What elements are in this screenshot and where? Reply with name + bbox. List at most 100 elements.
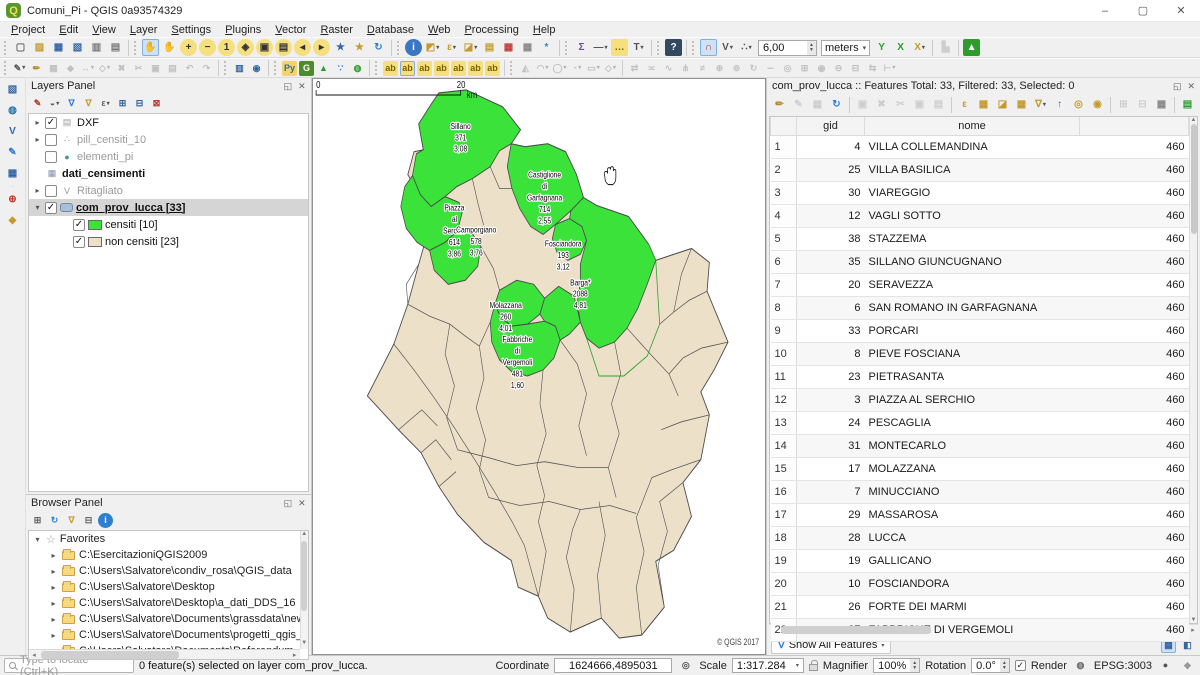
table-row[interactable]: 933PORCARI460: [771, 319, 1189, 342]
zoom-native[interactable]: 1: [218, 39, 235, 56]
minimize-button[interactable]: –: [1086, 0, 1124, 21]
layer-item-dati-censimenti[interactable]: ▦dati_censimenti: [29, 165, 308, 182]
collapse-browser[interactable]: ⊟: [81, 513, 96, 528]
statistical-summary[interactable]: Σ: [573, 39, 590, 56]
toggle-editing[interactable]: ✏: [771, 97, 788, 114]
locator-input[interactable]: Type to locate (Ctrl+K): [4, 658, 134, 673]
delete-ring[interactable]: ⊖: [831, 61, 846, 76]
cut-features[interactable]: ✂: [892, 97, 909, 114]
copy-features[interactable]: ▣: [911, 97, 928, 114]
conditional-formatting[interactable]: ▤: [1179, 97, 1196, 114]
data-source-manager[interactable]: ▧: [4, 81, 21, 98]
menu-view[interactable]: View: [85, 24, 123, 36]
show-labels[interactable]: ab: [383, 61, 398, 76]
layer-item-pill-censiti-10[interactable]: ▸✓∴pill_censiti_10: [29, 131, 308, 148]
refresh-map[interactable]: ↻: [370, 39, 387, 56]
merge-features[interactable]: ⊕: [712, 61, 727, 76]
expander-icon[interactable]: ▸: [49, 631, 58, 640]
table-row[interactable]: 1919GALLICANO460: [771, 549, 1189, 572]
browser-item[interactable]: ▸C:\EsercitazioniQGIS2009: [29, 547, 308, 563]
maximize-button[interactable]: ▢: [1124, 0, 1162, 21]
table-row[interactable]: 86SAN ROMANO IN GARFAGNANA460: [771, 296, 1189, 319]
map-tips[interactable]: …: [611, 39, 628, 56]
field-calculator[interactable]: ▦: [519, 39, 536, 56]
text-annotation[interactable]: T▾: [630, 39, 647, 56]
layer-item-elementi-pi[interactable]: ✓●elementi_pi: [29, 148, 308, 165]
processing-options[interactable]: *: [538, 39, 555, 56]
draw-ellipse[interactable]: ◔▾: [569, 61, 584, 76]
save-project-as[interactable]: ▧: [69, 39, 86, 56]
circular-string[interactable]: ◠▾: [535, 61, 550, 76]
menu-edit[interactable]: Edit: [52, 24, 85, 36]
expander-icon[interactable]: ▾: [33, 203, 42, 212]
menu-web[interactable]: Web: [421, 24, 457, 36]
metasearch[interactable]: ◉: [249, 61, 264, 76]
deselect-features[interactable]: ◪▾: [462, 39, 479, 56]
move-label[interactable]: ab: [451, 61, 466, 76]
menu-settings[interactable]: Settings: [164, 24, 218, 36]
avoid-overlaps[interactable]: X▾: [911, 39, 928, 56]
cut-features[interactable]: ✂: [131, 61, 146, 76]
grass-tools[interactable]: G: [299, 61, 314, 76]
measure-line[interactable]: ―▾: [592, 39, 609, 56]
table-row[interactable]: 635SILLANO GIUNCUGNANO460: [771, 250, 1189, 273]
table-row[interactable]: 330VIAREGGIO460: [771, 181, 1189, 204]
select-by-form[interactable]: ▤: [481, 39, 498, 56]
menu-help[interactable]: Help: [526, 24, 563, 36]
simplify-feature[interactable]: ∽: [763, 61, 778, 76]
browser-item[interactable]: ▸C:\Users\Salvatore\Documents\grassdata\…: [29, 611, 308, 627]
expander-icon[interactable]: ▸: [33, 186, 42, 195]
select-features[interactable]: ◩▾: [424, 39, 441, 56]
add-delimited-text-layer[interactable]: ✎: [4, 144, 21, 161]
layer-checkbox[interactable]: ✓: [45, 185, 57, 197]
toolbar-handle[interactable]: [657, 41, 661, 55]
menu-layer[interactable]: Layer: [123, 24, 165, 36]
menu-raster[interactable]: Raster: [313, 24, 359, 36]
add-feature[interactable]: ▣: [854, 97, 871, 114]
toolbar-handle[interactable]: [134, 41, 138, 55]
expander-icon[interactable]: ▸: [33, 118, 42, 127]
lock-scale-icon[interactable]: [809, 664, 818, 671]
add-ring[interactable]: ◎: [780, 61, 795, 76]
filter-select[interactable]: ∇▾: [1032, 97, 1049, 114]
layer-checkbox[interactable]: ✓: [73, 219, 85, 231]
draw-circle[interactable]: ◯▾: [552, 61, 567, 76]
new-project[interactable]: ▢: [12, 39, 29, 56]
reverse-line[interactable]: ⇆: [865, 61, 880, 76]
close-button[interactable]: ✕: [1162, 0, 1200, 21]
attribute-table-horizontal-scrollbar[interactable]: ◂ ▸: [769, 624, 1198, 635]
menu-plugins[interactable]: Plugins: [218, 24, 268, 36]
zoom-full[interactable]: ◈: [237, 39, 254, 56]
expander-icon[interactable]: ▸: [49, 599, 58, 608]
zoom-in[interactable]: +: [180, 39, 197, 56]
split-parts[interactable]: ≠: [695, 61, 710, 76]
toolbar-handle[interactable]: [510, 61, 514, 75]
header-gutter[interactable]: [771, 117, 797, 135]
toolbar-handle[interactable]: [692, 41, 696, 55]
select-by-expression[interactable]: ε: [956, 97, 973, 114]
header-nome[interactable]: nome: [865, 117, 1080, 135]
render-checkbox[interactable]: ✓: [1015, 660, 1026, 671]
table-row[interactable]: 14VILLA COLLEMANDINA460: [771, 135, 1189, 158]
rotate-feature[interactable]: ↻: [746, 61, 761, 76]
add-vector-layer[interactable]: V: [4, 123, 21, 140]
crs-value[interactable]: EPSG:3003: [1094, 660, 1152, 672]
globe-plugin[interactable]: ◍: [350, 61, 365, 76]
move-feature-copy[interactable]: ⇄: [627, 61, 642, 76]
layer-item-ritagliato[interactable]: ▸✓VRitagliato: [29, 182, 308, 199]
raster-analysis[interactable]: ▲: [316, 61, 331, 76]
snapping-tolerance[interactable]: 6,00▲▼: [758, 40, 817, 56]
coordinate-input[interactable]: 1624666,4895031: [554, 658, 672, 673]
select-all[interactable]: ▦: [975, 97, 992, 114]
zoom-to-selection[interactable]: ◉: [1089, 97, 1106, 114]
layer-checkbox[interactable]: ✓: [45, 117, 57, 129]
paste-features[interactable]: ▤: [165, 61, 180, 76]
toolbar-handle[interactable]: [565, 41, 569, 55]
field-calculator[interactable]: ▦: [1153, 97, 1170, 114]
layers-panel-close-icon[interactable]: ✕: [298, 81, 306, 92]
table-row[interactable]: 1123PIETRASANTA460: [771, 365, 1189, 388]
vertex-info[interactable]: ▙: [937, 39, 954, 56]
processing-toolbox[interactable]: ▲: [963, 39, 980, 56]
offset-curve[interactable]: ≍: [644, 61, 659, 76]
table-row[interactable]: 2010FOSCIANDORA460: [771, 572, 1189, 595]
